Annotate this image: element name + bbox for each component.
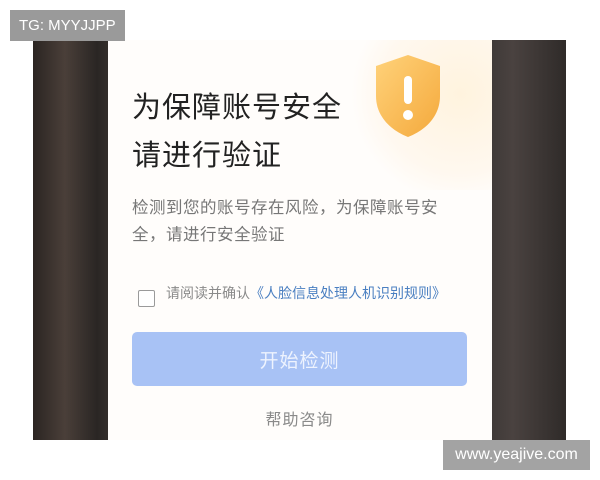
help-consult-link[interactable]: 帮助咨询 — [108, 406, 491, 430]
agreement-text: 请阅读并确认《人脸信息处理人机识别规则》 — [166, 285, 466, 304]
agreement-checkbox[interactable] — [138, 290, 155, 307]
page-title-line1: 为保障账号安全 — [132, 90, 343, 124]
risk-description: 检测到您的账号存在风险，为保障账号安全，请进行安全验证 — [132, 198, 438, 244]
agreement-rules-link[interactable]: 《人脸信息处理人机识别规则》 — [250, 286, 446, 302]
agreement-prefix: 请阅读并确认 — [166, 286, 250, 302]
verification-card: 为保障账号安全 请进行验证 检测到您的账号存在风险，为保障账号安全，请进行安全验… — [108, 40, 492, 440]
page-title-line2: 请进行验证 — [132, 138, 283, 172]
watermark-site: www.yeajive.com — [443, 440, 590, 470]
shield-warning-icon — [376, 55, 440, 137]
start-detection-button[interactable]: 开始检测 — [132, 332, 467, 386]
watermark-tg: TG: MYYJJPP — [10, 10, 125, 41]
